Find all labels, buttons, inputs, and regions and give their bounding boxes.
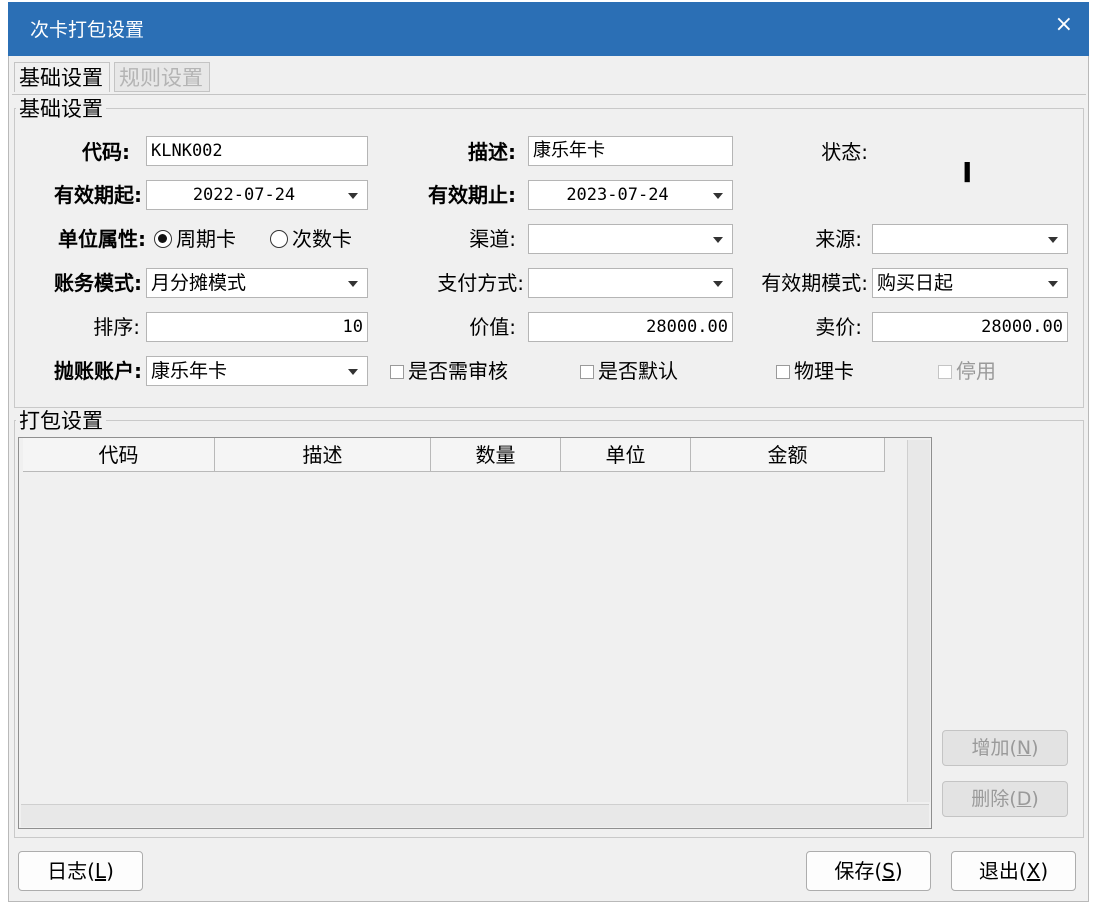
worth-input[interactable]: 28000.00	[528, 312, 733, 342]
channel-label: 渠道:	[469, 227, 516, 251]
column-header-quantity[interactable]: 数量	[431, 438, 561, 472]
need-audit-label[interactable]: 是否需审核	[408, 356, 508, 386]
sort-label: 排序:	[93, 315, 140, 339]
add-button[interactable]: 增加(N)	[942, 730, 1068, 766]
save-button-label: 保存	[834, 859, 875, 883]
physical-card-checkbox[interactable]	[776, 365, 790, 379]
chevron-down-icon[interactable]	[348, 193, 358, 199]
chevron-down-icon[interactable]	[713, 193, 723, 199]
desc-input[interactable]: 康乐年卡	[528, 136, 733, 166]
chevron-down-icon[interactable]	[1048, 281, 1058, 287]
horizontal-scrollbar[interactable]	[21, 804, 929, 827]
valid-from-value: 2022-07-24	[192, 185, 296, 205]
chevron-down-icon[interactable]	[713, 237, 723, 243]
chevron-down-icon[interactable]	[348, 369, 358, 375]
source-select[interactable]	[872, 224, 1068, 254]
chevron-down-icon[interactable]	[348, 281, 358, 287]
price-input[interactable]: 28000.00	[872, 312, 1068, 342]
vertical-scrollbar[interactable]	[907, 440, 930, 802]
unit-attr-label: 单位属性:	[58, 227, 146, 251]
exit-button[interactable]: 退出(X)	[951, 851, 1076, 891]
save-button-key: S	[882, 859, 895, 883]
post-account-label: 抛账账户:	[54, 359, 142, 383]
worth-label: 价值:	[469, 315, 516, 339]
payment-select[interactable]	[528, 268, 733, 298]
package-settings-group-title: 打包设置	[16, 409, 106, 433]
valid-to-picker[interactable]: 2023-07-24	[528, 180, 733, 210]
is-default-label[interactable]: 是否默认	[598, 356, 678, 386]
disabled-checkbox	[938, 365, 952, 379]
code-input[interactable]: KLNK002	[146, 136, 368, 166]
tab-divider	[12, 94, 1086, 95]
account-mode-value: 月分摊模式	[151, 272, 247, 294]
delete-button-label: 删除	[971, 788, 1010, 810]
close-icon[interactable]: ×	[1055, 12, 1073, 37]
window-title: 次卡打包设置	[30, 19, 145, 41]
radio-count-card[interactable]	[270, 230, 288, 248]
tab-basic-settings[interactable]: 基础设置	[14, 62, 110, 92]
column-header-desc[interactable]: 描述	[215, 438, 431, 472]
post-account-value: 康乐年卡	[151, 360, 228, 382]
save-button[interactable]: 保存(S)	[806, 851, 931, 891]
basic-settings-group-title: 基础设置	[16, 97, 106, 121]
exit-button-key: X	[1026, 859, 1041, 883]
validity-mode-label: 有效期模式:	[761, 271, 868, 295]
exit-button-label: 退出	[978, 859, 1019, 883]
radio-period-card-label[interactable]: 周期卡	[176, 224, 236, 254]
add-button-key: N	[1016, 737, 1032, 759]
radio-count-card-label[interactable]: 次数卡	[292, 224, 352, 254]
valid-to-value: 2023-07-24	[566, 185, 669, 205]
chevron-down-icon[interactable]	[1048, 237, 1058, 243]
source-label: 来源:	[815, 227, 862, 251]
account-mode-select[interactable]: 月分摊模式	[146, 268, 368, 298]
validity-mode-value: 购买日起	[877, 272, 954, 294]
log-button-key: L	[94, 859, 107, 883]
radio-period-card[interactable]	[154, 230, 172, 248]
add-button-label: 增加	[971, 737, 1010, 759]
code-label: 代码:	[82, 140, 130, 164]
payment-label: 支付方式:	[437, 271, 524, 295]
status-value: I	[962, 156, 973, 189]
valid-from-picker[interactable]: 2022-07-24	[146, 180, 368, 210]
package-table[interactable]: 代码 描述 数量 单位 金额	[18, 437, 932, 829]
channel-select[interactable]	[528, 224, 733, 254]
delete-button-key: D	[1016, 788, 1032, 810]
need-audit-checkbox[interactable]	[390, 365, 404, 379]
chevron-down-icon[interactable]	[713, 281, 723, 287]
tab-rule-settings[interactable]: 规则设置	[114, 62, 210, 92]
disabled-label: 停用	[956, 359, 996, 383]
validity-mode-select[interactable]: 购买日起	[872, 268, 1068, 298]
log-button-label: 日志	[47, 859, 88, 883]
valid-from-label: 有效期起:	[54, 183, 142, 207]
column-header-amount[interactable]: 金额	[691, 438, 885, 472]
is-default-checkbox[interactable]	[580, 365, 594, 379]
log-button[interactable]: 日志(L)	[18, 851, 143, 891]
sort-input[interactable]: 10	[146, 312, 368, 342]
account-mode-label: 账务模式:	[54, 271, 142, 295]
physical-card-label[interactable]: 物理卡	[794, 356, 854, 386]
price-label: 卖价:	[815, 315, 862, 339]
status-label: 状态:	[821, 140, 868, 164]
post-account-select[interactable]: 康乐年卡	[146, 356, 368, 386]
title-bar: 次卡打包设置 ×	[8, 2, 1089, 56]
column-header-unit[interactable]: 单位	[561, 438, 691, 472]
valid-to-label: 有效期止:	[428, 183, 516, 207]
desc-label: 描述:	[468, 140, 516, 164]
column-header-code[interactable]: 代码	[23, 438, 215, 472]
delete-button[interactable]: 删除(D)	[942, 781, 1068, 817]
